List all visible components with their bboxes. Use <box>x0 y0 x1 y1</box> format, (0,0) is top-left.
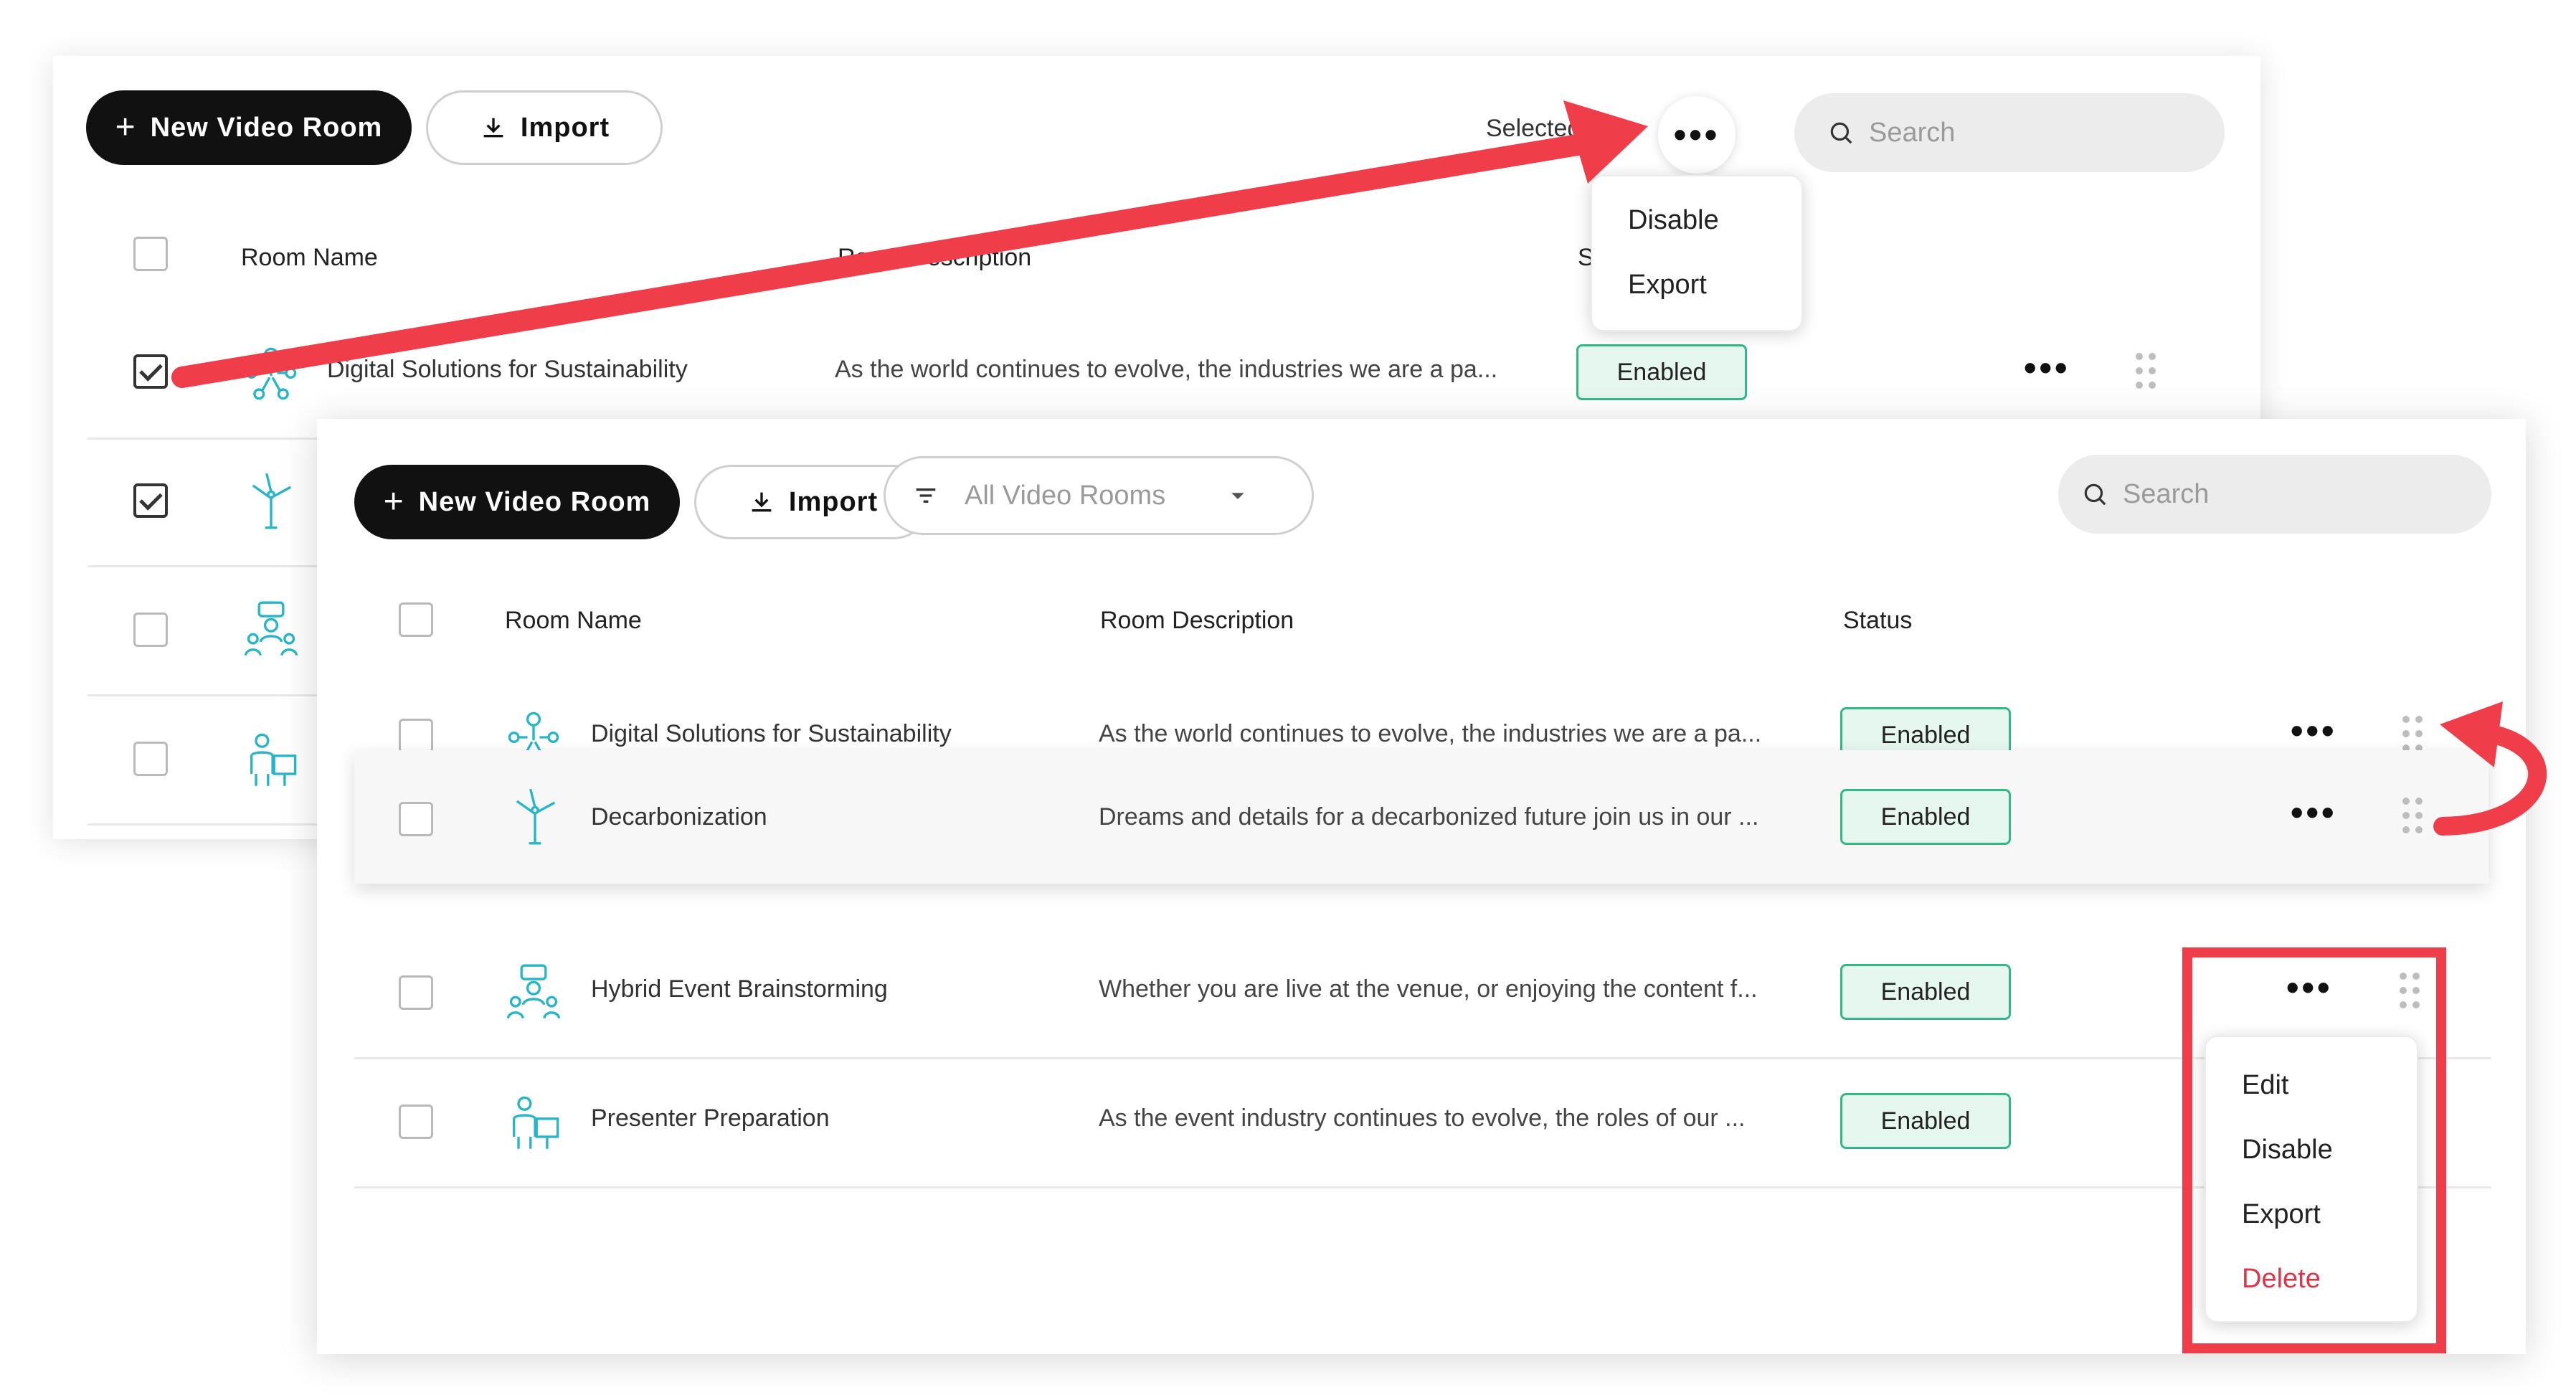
new-video-room-button[interactable]: + New Video Room <box>86 90 412 165</box>
drag-handle-icon[interactable] <box>2402 716 2424 753</box>
row-more-icon[interactable]: ••• <box>2291 795 2337 831</box>
room-filter-select[interactable]: All Video Rooms <box>884 456 1314 535</box>
filter-label: All Video Rooms <box>965 480 1166 511</box>
row-actions-menu: Edit Disable Export Delete <box>2205 1036 2418 1323</box>
more-horizontal-icon: ••• <box>1673 115 1720 155</box>
column-room-name: Room Name <box>505 607 642 634</box>
status-badge: Enabled <box>1576 344 1747 400</box>
menu-item-export[interactable]: Export <box>2242 1199 2321 1230</box>
menu-item-edit[interactable]: Edit <box>2242 1070 2288 1101</box>
front-panel: + New Video Room Import All Video Rooms … <box>317 419 2526 1354</box>
new-video-room-button[interactable]: + New Video Room <box>354 465 680 539</box>
row-checkbox[interactable] <box>399 1105 433 1139</box>
status-badge: Enabled <box>1840 964 2011 1020</box>
room-description: As the world continues to evolve, the in… <box>835 356 1498 383</box>
network-icon <box>245 347 297 400</box>
column-room-name: Room Name <box>241 244 378 271</box>
wind-turbine-icon <box>516 788 556 845</box>
room-description: As the world continues to evolve, the in… <box>1099 720 1762 747</box>
new-video-room-label: New Video Room <box>150 112 383 143</box>
search-input[interactable]: Search <box>2058 455 2491 534</box>
download-icon <box>752 492 772 512</box>
search-placeholder: Search <box>1869 117 1956 148</box>
filter-icon <box>916 488 936 503</box>
drag-handle-icon[interactable] <box>2400 973 2421 1010</box>
room-description: Dreams and details for a decarbonized fu… <box>1099 803 1759 831</box>
row-more-icon[interactable]: ••• <box>2286 970 2333 1006</box>
column-room-description: Room Description <box>1100 607 1294 634</box>
plus-icon: + <box>115 108 136 146</box>
row-divider <box>354 1057 2491 1059</box>
select-all-checkbox[interactable] <box>399 602 433 637</box>
row-checkbox[interactable] <box>399 802 433 836</box>
row-divider <box>354 1186 2491 1188</box>
presenter-icon <box>513 1096 559 1149</box>
status-badge: Enabled <box>1840 789 2011 845</box>
search-input[interactable]: Search <box>1794 93 2225 172</box>
bulk-actions-button[interactable]: ••• <box>1658 96 1736 174</box>
room-name[interactable]: Digital Solutions for Sustainability <box>327 356 688 384</box>
room-name[interactable]: Presenter Preparation <box>591 1105 830 1132</box>
column-status: Status <box>1843 607 1913 634</box>
room-name[interactable]: Digital Solutions for Sustainability <box>591 720 952 748</box>
row-checkbox[interactable] <box>133 742 168 776</box>
menu-item-export[interactable]: Export <box>1628 270 1707 301</box>
menu-item-disable[interactable]: Disable <box>2242 1135 2333 1165</box>
row-checkbox[interactable] <box>133 612 168 647</box>
import-button[interactable]: Import <box>426 90 663 165</box>
selected-label: Selected <box>1486 115 1581 142</box>
wind-turbine-icon <box>252 473 292 529</box>
status-badge: Enabled <box>1840 1093 2011 1149</box>
drag-handle-icon[interactable] <box>2136 353 2157 390</box>
bulk-actions-menu: Disable Export <box>1591 175 1803 331</box>
import-label: Import <box>788 486 879 517</box>
row-more-icon[interactable]: ••• <box>2291 713 2337 749</box>
group-discussion-icon <box>506 964 561 1019</box>
drag-handle-icon[interactable] <box>2402 798 2424 835</box>
menu-item-disable[interactable]: Disable <box>1628 205 1719 236</box>
row-checkbox[interactable] <box>399 975 433 1010</box>
row-more-icon[interactable]: ••• <box>2024 350 2070 386</box>
room-name[interactable]: Decarbonization <box>591 803 767 831</box>
dragged-table-row[interactable]: Decarbonization Dreams and details for a… <box>354 750 2489 884</box>
import-label: Import <box>520 112 610 143</box>
search-placeholder: Search <box>2123 478 2210 509</box>
select-all-checkbox[interactable] <box>133 237 168 271</box>
row-checkbox[interactable] <box>133 483 168 518</box>
column-room-description: Room Description <box>838 244 1032 271</box>
search-icon <box>1830 122 1852 144</box>
group-discussion-icon <box>244 601 298 656</box>
new-video-room-label: New Video Room <box>418 486 651 517</box>
room-description: As the event industry continues to evolv… <box>1099 1105 1746 1132</box>
chevron-down-icon <box>1231 493 1244 499</box>
search-icon <box>2084 483 2106 506</box>
room-description: Whether you are live at the venue, or en… <box>1099 975 1758 1003</box>
plus-icon: + <box>383 483 404 521</box>
room-name[interactable]: Hybrid Event Brainstorming <box>591 975 888 1003</box>
presenter-icon <box>250 733 297 786</box>
row-checkbox[interactable] <box>133 354 168 389</box>
menu-item-delete[interactable]: Delete <box>2242 1264 2321 1295</box>
row-checkbox[interactable] <box>399 719 433 753</box>
download-icon <box>483 118 503 138</box>
